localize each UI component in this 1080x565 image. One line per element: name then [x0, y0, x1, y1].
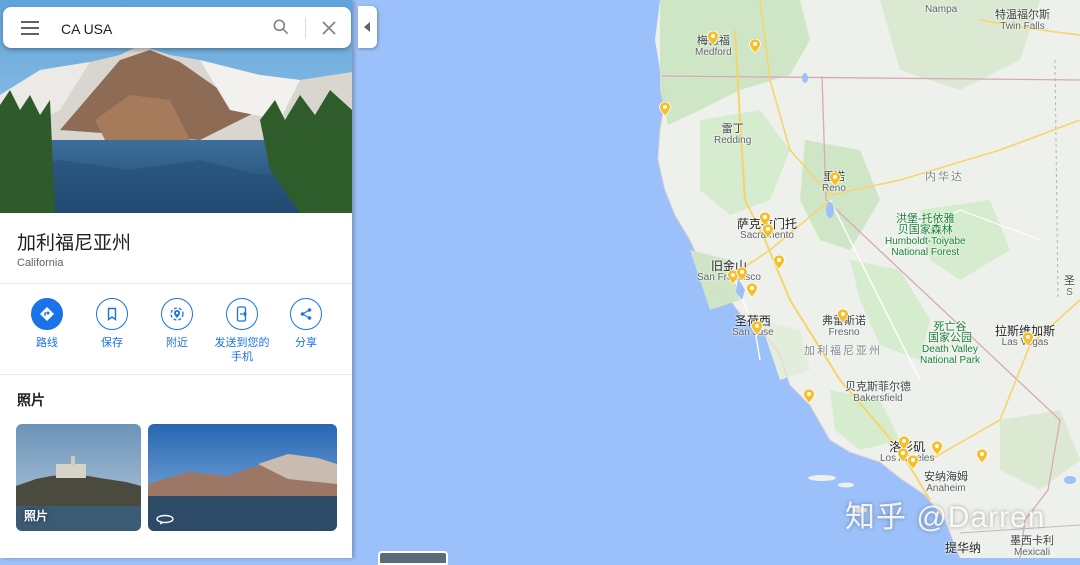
- search-input[interactable]: [59, 18, 253, 40]
- divider: [0, 374, 352, 375]
- map-label-redding[interactable]: 雷丁 Redding: [714, 124, 751, 147]
- map-label-twin-falls[interactable]: 特温福尔斯 Twin Falls: [995, 10, 1050, 33]
- place-title: 加利福尼亚州: [17, 233, 132, 254]
- map-pin[interactable]: [750, 320, 764, 336]
- map-pin[interactable]: [706, 30, 720, 46]
- send-to-phone-button[interactable]: 发送到您的 手机: [207, 298, 277, 364]
- map-pin[interactable]: [975, 448, 989, 464]
- search-icon[interactable]: [271, 17, 291, 37]
- send-to-phone-label: 发送到您的 手机: [214, 337, 270, 363]
- share-label: 分享: [295, 337, 317, 349]
- nearby-label: 附近: [166, 337, 188, 349]
- map-pin[interactable]: [836, 308, 850, 324]
- nearby-icon: [170, 307, 184, 321]
- close-icon[interactable]: [320, 19, 338, 37]
- search-box[interactable]: [3, 7, 351, 48]
- collapse-left-icon: [364, 22, 370, 32]
- map-label-tijuana[interactable]: 提华纳: [945, 542, 981, 554]
- divider: [0, 283, 352, 284]
- place-subtitle: California: [17, 257, 64, 269]
- photo-thumbnail-360[interactable]: [148, 424, 337, 531]
- imagery-thumbnail[interactable]: [378, 551, 448, 565]
- place-panel: 加利福尼亚州 California 路线 保存 附近 发送到您的 手机 分享 照…: [0, 0, 352, 558]
- share-button[interactable]: 分享: [271, 298, 341, 350]
- nearby-button[interactable]: 附近: [142, 298, 212, 350]
- map-pin[interactable]: [745, 282, 759, 298]
- directions-label: 路线: [36, 337, 58, 349]
- collapse-panel-button[interactable]: [358, 6, 377, 48]
- save-button[interactable]: 保存: [77, 298, 147, 350]
- map-pin[interactable]: [906, 454, 920, 470]
- watermark: 知乎 @Darren: [845, 501, 1046, 534]
- map-label-bakersfield[interactable]: 贝克斯菲尔德 Bakersfield: [845, 382, 911, 405]
- photo-thumbnail-alcatraz[interactable]: 照片: [16, 424, 141, 531]
- map-pin[interactable]: [930, 440, 944, 456]
- photo-label: 照片: [24, 509, 49, 523]
- map-label-edge-s[interactable]: 圣S: [1064, 276, 1075, 299]
- map-label-anaheim[interactable]: 安纳海姆 Anaheim: [924, 472, 968, 495]
- map-pin[interactable]: [658, 101, 672, 117]
- menu-icon[interactable]: [21, 21, 39, 35]
- send-to-phone-icon: [236, 306, 247, 322]
- map-pin[interactable]: [748, 38, 762, 54]
- map-pin[interactable]: [772, 254, 786, 270]
- search-divider: [305, 17, 306, 39]
- map-pin[interactable]: [828, 171, 842, 187]
- 360-icon: [156, 514, 174, 525]
- map-label-humboldt-forest[interactable]: 洪堡-托依雅 贝国家森林 Humboldt-Toiyabe National Fo…: [885, 214, 966, 259]
- bookmark-icon: [107, 307, 117, 321]
- share-icon: [300, 308, 312, 320]
- map-label-death-valley[interactable]: 死亡谷 国家公园 Death Valley National Park: [920, 322, 980, 367]
- map-pin[interactable]: [1021, 331, 1035, 347]
- map-label-california[interactable]: 加利福尼亚州: [804, 346, 882, 357]
- map-pin[interactable]: [761, 223, 775, 239]
- save-label: 保存: [101, 337, 123, 349]
- photos-heading: 照片: [17, 392, 45, 408]
- directions-icon: [40, 307, 54, 321]
- map-pin[interactable]: [802, 388, 816, 404]
- map-label-mexicali[interactable]: 墨西卡利 Mexicali: [1010, 536, 1054, 559]
- map-label-nevada[interactable]: 内华达: [925, 172, 964, 183]
- directions-button[interactable]: 路线: [12, 298, 82, 350]
- map-label-nampa[interactable]: Nampa: [925, 4, 957, 15]
- map-pin[interactable]: [735, 266, 749, 282]
